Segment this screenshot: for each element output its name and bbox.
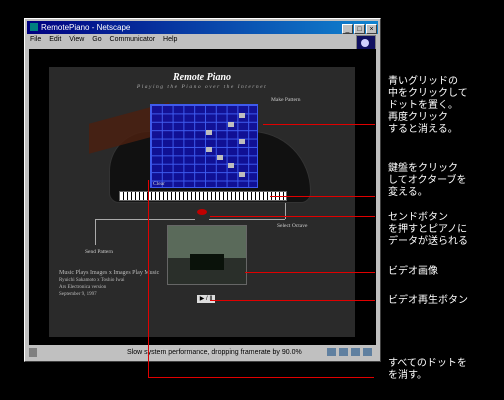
grid-leader-line <box>263 124 375 125</box>
maximize-button[interactable]: □ <box>354 24 365 34</box>
annotation-play: ビデオ再生ボタン <box>388 295 468 306</box>
send-pattern-connector <box>95 219 96 245</box>
grid-dot[interactable] <box>239 172 245 177</box>
grid-dot[interactable] <box>206 147 212 152</box>
credits: Music Plays Images x Images Play Music R… <box>59 270 159 298</box>
credits-line: Music Plays Images x Images Play Music <box>59 270 160 276</box>
video-piano-image <box>190 254 224 270</box>
select-octave-label: Select Octave <box>277 223 308 229</box>
grid-dot[interactable] <box>239 139 245 144</box>
grid-dot[interactable] <box>239 113 245 118</box>
menu-communicator[interactable]: Communicator <box>110 36 156 43</box>
clear-leader-line <box>148 377 374 378</box>
page-subtitle: Playing the Piano over the Internet <box>136 84 268 90</box>
make-pattern-label: Make Pattern <box>271 97 301 103</box>
grid-dot[interactable] <box>228 122 234 127</box>
security-lock-icon <box>29 348 37 357</box>
menu-help[interactable]: Help <box>163 36 177 43</box>
annotation-clear: すべてのドットを を消す。 <box>388 358 467 381</box>
credits-line: Ryuichi Sakamoto x Toshio Iwai <box>59 278 125 283</box>
credits-line: September 9, 1997 <box>59 292 97 297</box>
send-leader-line <box>210 216 375 217</box>
select-octave-connector <box>209 219 285 220</box>
send-pattern-label: Send Pattern <box>85 249 113 255</box>
annotation-grid: 青いグリッドの 中をクリックして ドットを置く。 再度クリック すると消える。 <box>388 76 468 135</box>
netscape-window: RemotePiano - Netscape _ □ × File Edit Vie… <box>24 18 381 362</box>
grid-dot[interactable] <box>206 130 212 135</box>
pattern-grid[interactable] <box>150 104 258 188</box>
menu-edit[interactable]: Edit <box>49 36 61 43</box>
discussion-icon[interactable] <box>351 348 360 356</box>
status-text: Slow system performance, dropping framer… <box>127 349 302 356</box>
menu-go[interactable]: Go <box>92 36 101 43</box>
video-leader-line <box>245 272 375 273</box>
grid-dot[interactable] <box>228 163 234 168</box>
annotation-octave: 鍵盤をクリック してオクターブを 変える。 <box>388 163 467 198</box>
clear-leader-line <box>148 180 149 378</box>
send-button[interactable] <box>197 209 207 215</box>
video-play-button[interactable]: ▶ / Ⅱ <box>197 295 215 303</box>
annotation-video: ビデオ画像 <box>388 266 438 277</box>
title-bar: RemotePiano - Netscape _ □ × <box>27 21 378 34</box>
mail-icon[interactable] <box>339 348 348 356</box>
window-title: RemotePiano - Netscape <box>41 23 131 32</box>
clear-button[interactable]: Clear <box>153 181 165 187</box>
status-bar: Slow system performance, dropping framer… <box>27 346 378 359</box>
close-button[interactable]: × <box>366 24 377 34</box>
menu-file[interactable]: File <box>30 36 41 43</box>
video-image <box>167 225 247 285</box>
send-pattern-connector <box>95 219 195 220</box>
page-title: Remote Piano <box>172 72 232 83</box>
menu-bar: File Edit View Go Communicator Help <box>27 35 378 45</box>
component-bar <box>324 348 372 361</box>
octave-leader-line <box>270 196 375 197</box>
credits-line: Ars Electronica version <box>59 285 107 290</box>
netscape-app-icon <box>30 23 38 31</box>
remote-piano-page: Remote Piano Playing the Piano over the … <box>49 67 355 337</box>
composer-icon[interactable] <box>363 348 372 356</box>
annotation-send: センドボタン を押すとピアノに データが送られる <box>388 212 468 247</box>
navigator-icon[interactable] <box>327 348 336 356</box>
menu-view[interactable]: View <box>69 36 84 43</box>
play-leader-line <box>210 300 375 301</box>
grid-dot[interactable] <box>217 155 223 160</box>
minimize-button[interactable]: _ <box>342 24 353 34</box>
octave-keyboard[interactable] <box>119 191 287 201</box>
